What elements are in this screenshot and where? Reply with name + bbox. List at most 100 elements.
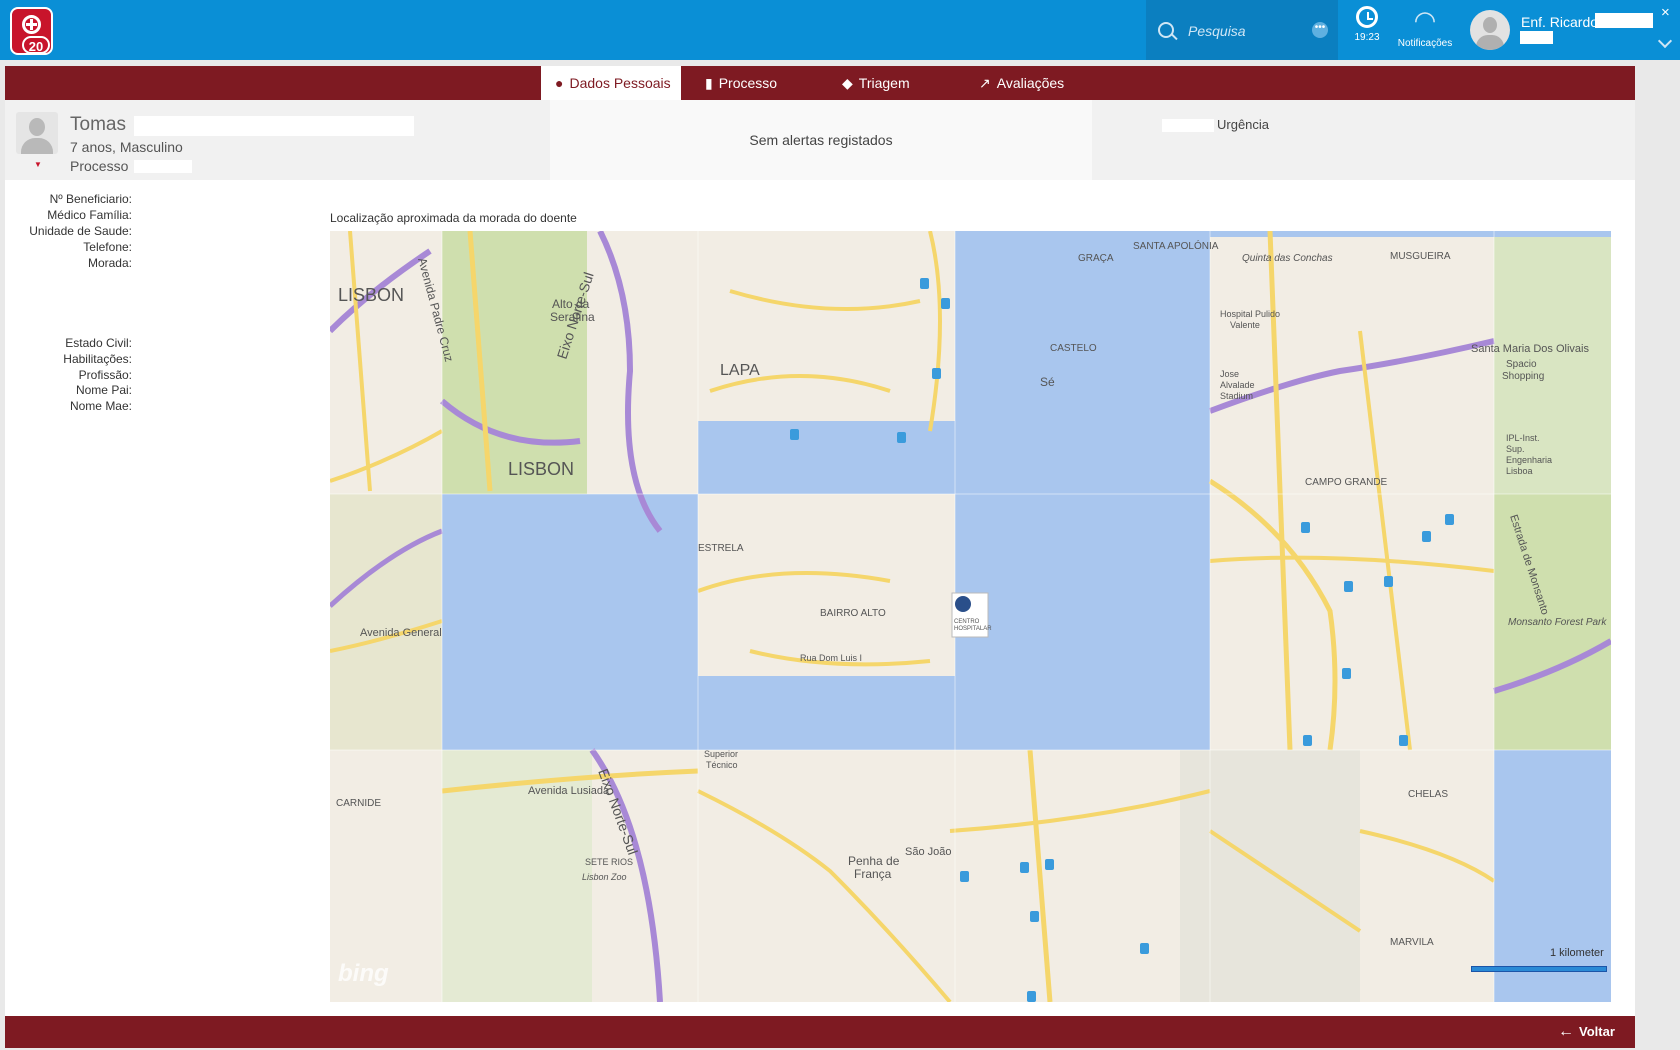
- field-label: Telefone:: [83, 240, 132, 254]
- patient-name: Tomas: [70, 114, 126, 135]
- svg-text:CARNIDE: CARNIDE: [336, 798, 381, 809]
- svg-text:Monsanto Forest Park: Monsanto Forest Park: [1508, 617, 1607, 628]
- trend-icon: ↗: [979, 75, 991, 91]
- bing-logo: bing: [338, 960, 389, 987]
- svg-text:MUSGUEIRA: MUSGUEIRA: [1390, 251, 1451, 262]
- svg-text:Alvalade: Alvalade: [1220, 380, 1255, 390]
- tab-processo[interactable]: ▮ Processo: [691, 66, 811, 100]
- tab-triagem[interactable]: ◆ Triagem: [828, 66, 938, 100]
- tab-avaliacoes[interactable]: ↗ Avaliações: [965, 66, 1095, 100]
- search-icon[interactable]: [1158, 22, 1174, 38]
- user-name[interactable]: Enf. Ricardo: [1521, 14, 1598, 30]
- urgency-label: Urgência: [1217, 117, 1270, 132]
- svg-text:SANTA APOLÓNIA: SANTA APOLÓNIA: [1133, 239, 1219, 252]
- medical-cross-icon: [22, 15, 41, 34]
- svg-text:Avenida Lusiada: Avenida Lusiada: [528, 785, 610, 797]
- alerts-panel: Sem alertas registados: [550, 100, 1092, 180]
- svg-text:CASTELO: CASTELO: [1050, 343, 1097, 354]
- clock-time: 19:23: [1354, 32, 1380, 43]
- svg-text:Sup.: Sup.: [1506, 444, 1525, 454]
- search-options-icon[interactable]: •••: [1312, 22, 1328, 38]
- map-scale-bar: [1471, 966, 1607, 972]
- alerts-text: Sem alertas registados: [749, 132, 893, 148]
- svg-text:Spacio: Spacio: [1506, 359, 1537, 370]
- tab-label: Dados Pessoais: [569, 75, 671, 91]
- map-view[interactable]: LISBON LISBON Alto da Serafina LAPA Sé C…: [330, 231, 1611, 1002]
- field-label: Nome Pai:: [75, 383, 132, 397]
- map-title: Localização aproximada da morada do doen…: [330, 211, 577, 225]
- redacted-block: [134, 160, 192, 173]
- field-label: Unidade de Saude:: [29, 224, 132, 238]
- redacted-block: [134, 116, 414, 136]
- svg-text:MARVILA: MARVILA: [1390, 937, 1434, 948]
- svg-text:HOSPITALAR: HOSPITALAR: [954, 626, 992, 632]
- arrow-left-icon: ←: [1558, 1023, 1574, 1040]
- tab-bar: ● Dados Pessoais ▮ Processo ◆ Triagem ↗ Aval…: [5, 66, 1635, 100]
- clock-icon: [1356, 6, 1378, 28]
- svg-text:ESTRELA: ESTRELA: [698, 543, 744, 554]
- notifications-label: Notificações: [1397, 38, 1453, 49]
- map-canvas: LISBON LISBON Alto da Serafina LAPA Sé C…: [330, 231, 1611, 1002]
- svg-text:França: França: [854, 867, 892, 881]
- svg-text:Lisboa: Lisboa: [1506, 466, 1533, 476]
- svg-text:CAMPO GRANDE: CAMPO GRANDE: [1305, 477, 1388, 488]
- patient-avatar: [16, 112, 58, 154]
- svg-text:São João: São João: [905, 846, 951, 858]
- bottom-bar: [5, 1016, 1635, 1048]
- tag-icon: ◆: [842, 75, 853, 91]
- tab-label: Triagem: [858, 75, 910, 91]
- caret-down-icon[interactable]: ▼: [34, 160, 42, 169]
- svg-text:Valente: Valente: [1230, 320, 1260, 330]
- svg-text:CENTRO: CENTRO: [954, 619, 980, 625]
- svg-text:Stadium: Stadium: [1220, 391, 1253, 401]
- svg-text:IPL-Inst.: IPL-Inst.: [1506, 433, 1540, 443]
- notifications-button[interactable]: ◠ Notificações: [1392, 6, 1458, 56]
- svg-text:Santa Maria Dos Olivais: Santa Maria Dos Olivais: [1471, 343, 1589, 355]
- field-label: Morada:: [87, 256, 132, 270]
- redacted-block: [1162, 119, 1214, 132]
- user-avatar[interactable]: [1470, 10, 1510, 50]
- svg-text:LISBON: LISBON: [338, 285, 404, 305]
- field-label: Profissão:: [78, 368, 132, 382]
- svg-text:Rua Dom Luis I: Rua Dom Luis I: [800, 653, 862, 663]
- svg-text:Técnico: Técnico: [706, 760, 738, 770]
- svg-text:CHELAS: CHELAS: [1408, 789, 1448, 800]
- document-icon: ▮: [705, 75, 713, 91]
- map-scale-label: 1 kilometer: [1550, 947, 1604, 959]
- svg-text:Lisbon Zoo: Lisbon Zoo: [582, 872, 627, 882]
- search-input[interactable]: [1186, 18, 1310, 44]
- field-label: Nome Mae:: [69, 399, 132, 413]
- rss-icon: ◠: [1413, 5, 1437, 35]
- tab-label: Processo: [718, 75, 778, 91]
- tab-dados-pessoais[interactable]: ● Dados Pessoais: [541, 66, 681, 100]
- svg-text:LAPA: LAPA: [720, 362, 760, 379]
- svg-text:Superior: Superior: [704, 749, 738, 759]
- clock-widget[interactable]: 19:23: [1347, 6, 1387, 56]
- svg-text:LISBON: LISBON: [508, 459, 574, 479]
- svg-text:GRAÇA: GRAÇA: [1078, 253, 1114, 264]
- svg-text:BAIRRO ALTO: BAIRRO ALTO: [820, 608, 886, 619]
- svg-text:Penha de: Penha de: [848, 854, 900, 868]
- tab-label: Avaliações: [996, 75, 1065, 91]
- field-label: Nº Beneficiario:: [49, 192, 132, 206]
- svg-text:Jose: Jose: [1220, 369, 1239, 379]
- search-box: •••: [1146, 0, 1338, 60]
- back-button[interactable]: ← Voltar: [1558, 1023, 1615, 1041]
- svg-text:Quinta das Conchas: Quinta das Conchas: [1242, 253, 1333, 264]
- patient-age-sex: 7 anos, Masculino: [70, 139, 183, 155]
- svg-text:Engenharia: Engenharia: [1506, 455, 1552, 465]
- svg-text:SETE RIOS: SETE RIOS: [585, 857, 633, 867]
- close-icon[interactable]: ×: [1661, 4, 1670, 21]
- patient-process-label: Processo: [70, 158, 129, 174]
- svg-text:Sé: Sé: [1040, 375, 1055, 389]
- back-label: Voltar: [1579, 1024, 1615, 1039]
- svg-text:Hospital Pulido: Hospital Pulido: [1220, 309, 1280, 319]
- redacted-block: [1520, 31, 1553, 44]
- redacted-block: [1595, 13, 1653, 28]
- notification-count-badge: 20: [22, 36, 50, 54]
- field-label: Habilitações:: [63, 352, 132, 366]
- field-label: Médico Família:: [47, 208, 132, 222]
- field-label: Estado Civil:: [65, 336, 132, 350]
- svg-text:Avenida General: Avenida General: [360, 627, 442, 639]
- svg-text:Shopping: Shopping: [1502, 371, 1544, 382]
